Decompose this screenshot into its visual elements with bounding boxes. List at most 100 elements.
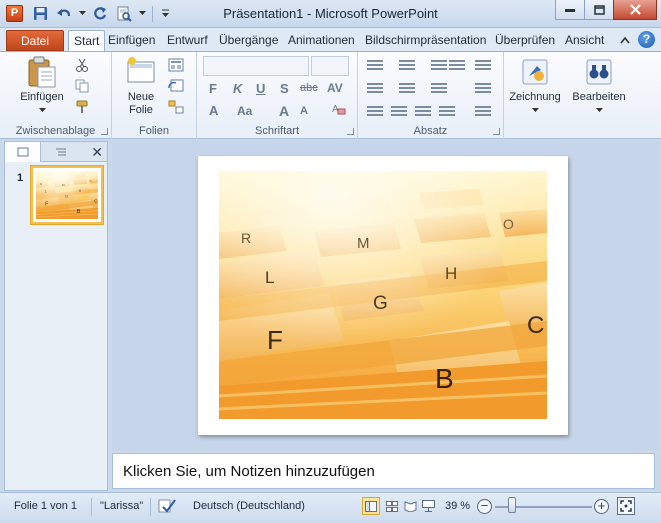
drawing-button[interactable]: Zeichnung	[506, 56, 564, 117]
tab-ansicht[interactable]: Ansicht	[560, 30, 609, 51]
paste-dropdown-icon[interactable]	[38, 108, 46, 113]
tab-ueberpruefen[interactable]: Überprüfen	[490, 30, 560, 51]
reset-slide-icon[interactable]	[166, 77, 186, 95]
justify-icon[interactable]	[438, 104, 456, 120]
underline-button[interactable]: U	[256, 81, 265, 96]
align-right-icon[interactable]	[414, 104, 432, 120]
help-icon[interactable]: ?	[638, 31, 655, 48]
zoom-in-button[interactable]: +	[594, 499, 609, 514]
tab-uebergaenge[interactable]: Übergänge	[214, 30, 283, 51]
ribbon: Einfügen Zwischenablage Neue Folie Folie…	[0, 51, 661, 139]
tab-datei[interactable]: Datei	[6, 30, 64, 51]
shadow-s-button[interactable]: S	[280, 81, 289, 96]
line-spacing-icon[interactable]	[474, 58, 492, 74]
smartart-icon[interactable]	[474, 81, 492, 97]
redo-icon[interactable]	[90, 4, 110, 23]
columns-icon[interactable]	[430, 81, 448, 97]
theme-name[interactable]: "Larissa"	[100, 500, 143, 512]
customize-qat-icon[interactable]	[159, 4, 171, 23]
binoculars-icon	[583, 56, 615, 88]
title-bar: P Präsentation1 - Microsoft PowerPoint	[0, 0, 661, 28]
increase-indent-icon[interactable]	[448, 58, 466, 74]
zoom-slider-thumb[interactable]	[508, 497, 516, 513]
spellcheck-icon[interactable]	[158, 498, 176, 517]
slide-thumbnail[interactable]	[31, 166, 103, 224]
print-preview-icon[interactable]	[114, 4, 134, 23]
powerpoint-app-icon[interactable]: P	[6, 5, 23, 22]
zoom-out-button[interactable]: −	[477, 499, 492, 514]
paragraph-dialog-launcher[interactable]	[493, 128, 500, 135]
drawing-label: Zeichnung	[509, 91, 561, 103]
character-spacing-button[interactable]: AV	[327, 81, 343, 95]
paragraph-spacing-icon[interactable]	[474, 104, 492, 120]
slide-sorter-view-button[interactable]	[383, 497, 401, 515]
font-dialog-launcher[interactable]	[347, 128, 354, 135]
align-text-icon[interactable]	[398, 81, 416, 97]
maximize-button[interactable]	[584, 0, 614, 20]
format-painter-icon[interactable]	[72, 98, 92, 116]
tab-entwurf[interactable]: Entwurf	[162, 30, 213, 51]
layout-icon[interactable]	[166, 56, 186, 74]
qat-separator	[152, 6, 153, 22]
normal-view-button[interactable]	[362, 497, 380, 515]
cut-icon[interactable]	[72, 56, 92, 74]
shrink-font-button[interactable]: A	[300, 105, 308, 117]
reading-view-button[interactable]	[401, 497, 419, 515]
minimize-button[interactable]	[555, 0, 585, 20]
close-pane-icon[interactable]: ✕	[91, 144, 103, 161]
language-indicator[interactable]: Deutsch (Deutschland)	[193, 500, 305, 512]
new-slide-label-line1: Neue	[127, 91, 155, 103]
slide-editing-area: R M O L G H F B C	[112, 141, 659, 450]
font-name-combobox[interactable]	[203, 56, 309, 76]
notes-pane[interactable]: Klicken Sie, um Notizen hinzuzufügen	[112, 453, 655, 489]
editing-dropdown-icon[interactable]	[595, 108, 603, 113]
font-color-button[interactable]: A	[209, 103, 218, 118]
group-label-folien: Folien	[139, 125, 169, 137]
group-zeichnung: Zeichnung	[504, 52, 566, 139]
bold-button[interactable]: F	[209, 81, 217, 96]
italic-button[interactable]: K	[233, 81, 242, 96]
drawing-icon	[519, 56, 551, 88]
align-center-icon[interactable]	[390, 104, 408, 120]
change-case-button[interactable]: Aa	[237, 104, 252, 118]
close-button[interactable]	[613, 0, 657, 20]
undo-icon[interactable]	[54, 4, 74, 23]
editing-button[interactable]: Bearbeiten	[568, 56, 630, 117]
grow-font-button[interactable]: A	[279, 103, 289, 119]
group-label-zwischenablage: Zwischenablage	[15, 125, 96, 137]
tab-start[interactable]: Start	[68, 30, 106, 51]
clipboard-dialog-launcher[interactable]	[101, 128, 108, 135]
minimize-ribbon-icon[interactable]	[620, 33, 630, 47]
group-absatz: Absatz	[358, 52, 504, 139]
tab-slides-thumbnails[interactable]	[5, 142, 41, 162]
font-size-combobox[interactable]	[311, 56, 349, 76]
text-direction-icon[interactable]	[366, 81, 384, 97]
decrease-indent-icon[interactable]	[430, 58, 448, 74]
clear-formatting-icon[interactable]: A	[329, 100, 349, 118]
drawing-dropdown-icon[interactable]	[531, 108, 539, 113]
section-icon[interactable]	[166, 98, 186, 116]
align-left-icon[interactable]	[366, 104, 384, 120]
new-slide-button[interactable]: Neue Folie	[118, 56, 164, 117]
copy-icon[interactable]	[72, 77, 92, 95]
save-icon[interactable]	[30, 4, 50, 23]
new-slide-label-line2: Folie	[129, 104, 153, 116]
group-zwischenablage: Einfügen Zwischenablage	[0, 52, 112, 139]
tab-einfuegen[interactable]: Einfügen	[103, 30, 160, 51]
paste-button[interactable]: Einfügen	[14, 56, 70, 117]
tab-bildschirmpraesentation[interactable]: Bildschirmpräsentation	[360, 30, 491, 51]
bullets-icon[interactable]	[366, 58, 384, 74]
fit-to-window-button[interactable]	[617, 497, 635, 515]
strikethrough-button[interactable]: abc	[300, 82, 318, 94]
tab-outline[interactable]	[43, 142, 79, 162]
slideshow-view-button[interactable]	[419, 497, 437, 515]
numbering-icon[interactable]	[398, 58, 416, 74]
slide-canvas[interactable]: R M O L G H F B C	[198, 156, 568, 435]
paste-label: Einfügen	[20, 91, 64, 103]
print-preview-dropdown-icon[interactable]	[138, 4, 146, 23]
notes-placeholder: Klicken Sie, um Notizen hinzuzufügen	[123, 463, 375, 480]
undo-dropdown-icon[interactable]	[78, 4, 86, 23]
slide-photo[interactable]: R M O L G H F B C	[219, 171, 547, 419]
zoom-level[interactable]: 39 %	[445, 500, 470, 512]
tab-animationen[interactable]: Animationen	[283, 30, 360, 51]
